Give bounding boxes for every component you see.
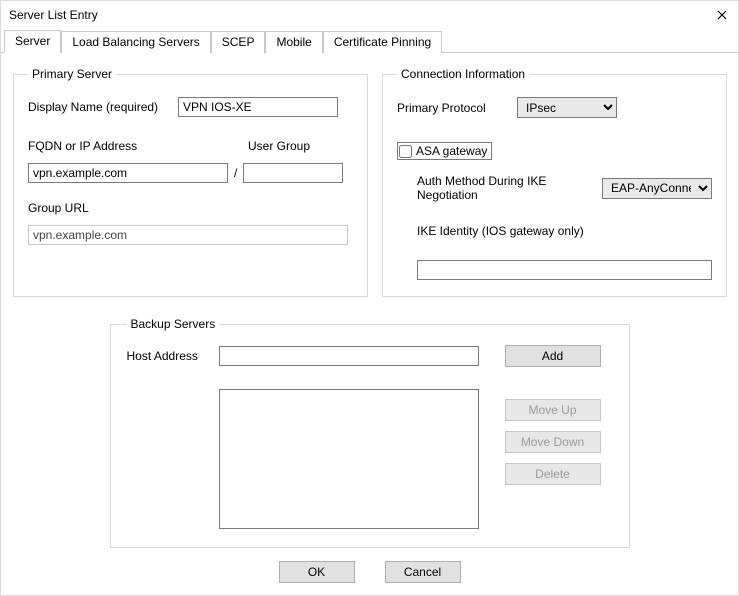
connection-information-group: Connection Information Primary Protocol … <box>382 67 727 297</box>
backup-servers-listbox[interactable] <box>219 389 479 529</box>
window-title: Server List Entry <box>9 8 712 22</box>
primary-protocol-select[interactable]: IPsec <box>517 97 617 118</box>
ike-identity-input[interactable] <box>417 260 712 280</box>
display-name-label: Display Name (required) <box>28 100 178 114</box>
close-icon[interactable] <box>712 5 732 25</box>
connection-information-legend: Connection Information <box>397 67 529 81</box>
display-name-input[interactable] <box>178 97 338 117</box>
title-bar: Server List Entry <box>1 1 738 29</box>
host-address-input[interactable] <box>219 346 479 366</box>
tab-scep[interactable]: SCEP <box>211 31 266 53</box>
ike-identity-label: IKE Identity (IOS gateway only) <box>417 224 712 238</box>
primary-server-group: Primary Server Display Name (required) F… <box>13 67 368 297</box>
primary-server-legend: Primary Server <box>28 67 116 81</box>
fqdn-label: FQDN or IP Address <box>28 139 248 153</box>
backup-servers-group: Backup Servers Host Address Add Move Up … <box>110 317 630 548</box>
group-url-label: Group URL <box>28 201 353 215</box>
tab-certificate-pinning[interactable]: Certificate Pinning <box>323 31 442 53</box>
dialog-window: Server List Entry Server Load Balancing … <box>0 0 739 596</box>
move-down-button[interactable]: Move Down <box>505 431 601 453</box>
tab-strip: Server Load Balancing Servers SCEP Mobil… <box>1 29 738 53</box>
user-group-input[interactable] <box>243 163 343 183</box>
move-up-button[interactable]: Move Up <box>505 399 601 421</box>
fqdn-separator: / <box>228 166 243 180</box>
ok-button[interactable]: OK <box>279 561 355 583</box>
dialog-footer: OK Cancel <box>1 561 738 583</box>
auth-method-label: Auth Method During IKE Negotiation <box>417 174 602 202</box>
tab-server[interactable]: Server <box>4 30 61 53</box>
tab-content: Primary Server Display Name (required) F… <box>1 53 738 548</box>
primary-protocol-label: Primary Protocol <box>397 101 517 115</box>
delete-button[interactable]: Delete <box>505 463 601 485</box>
cancel-button[interactable]: Cancel <box>385 561 461 583</box>
group-url-input <box>28 225 348 245</box>
host-address-label: Host Address <box>127 349 219 363</box>
auth-method-select[interactable]: EAP-AnyConnect <box>602 178 712 199</box>
asa-gateway-checkbox[interactable] <box>399 145 412 158</box>
fqdn-input[interactable] <box>28 163 228 183</box>
asa-gateway-label: ASA gateway <box>416 144 487 158</box>
tab-mobile[interactable]: Mobile <box>265 31 322 53</box>
backup-servers-legend: Backup Servers <box>127 317 220 331</box>
tab-load-balancing-servers[interactable]: Load Balancing Servers <box>61 31 210 53</box>
add-button[interactable]: Add <box>505 345 601 367</box>
user-group-label: User Group <box>248 139 310 153</box>
